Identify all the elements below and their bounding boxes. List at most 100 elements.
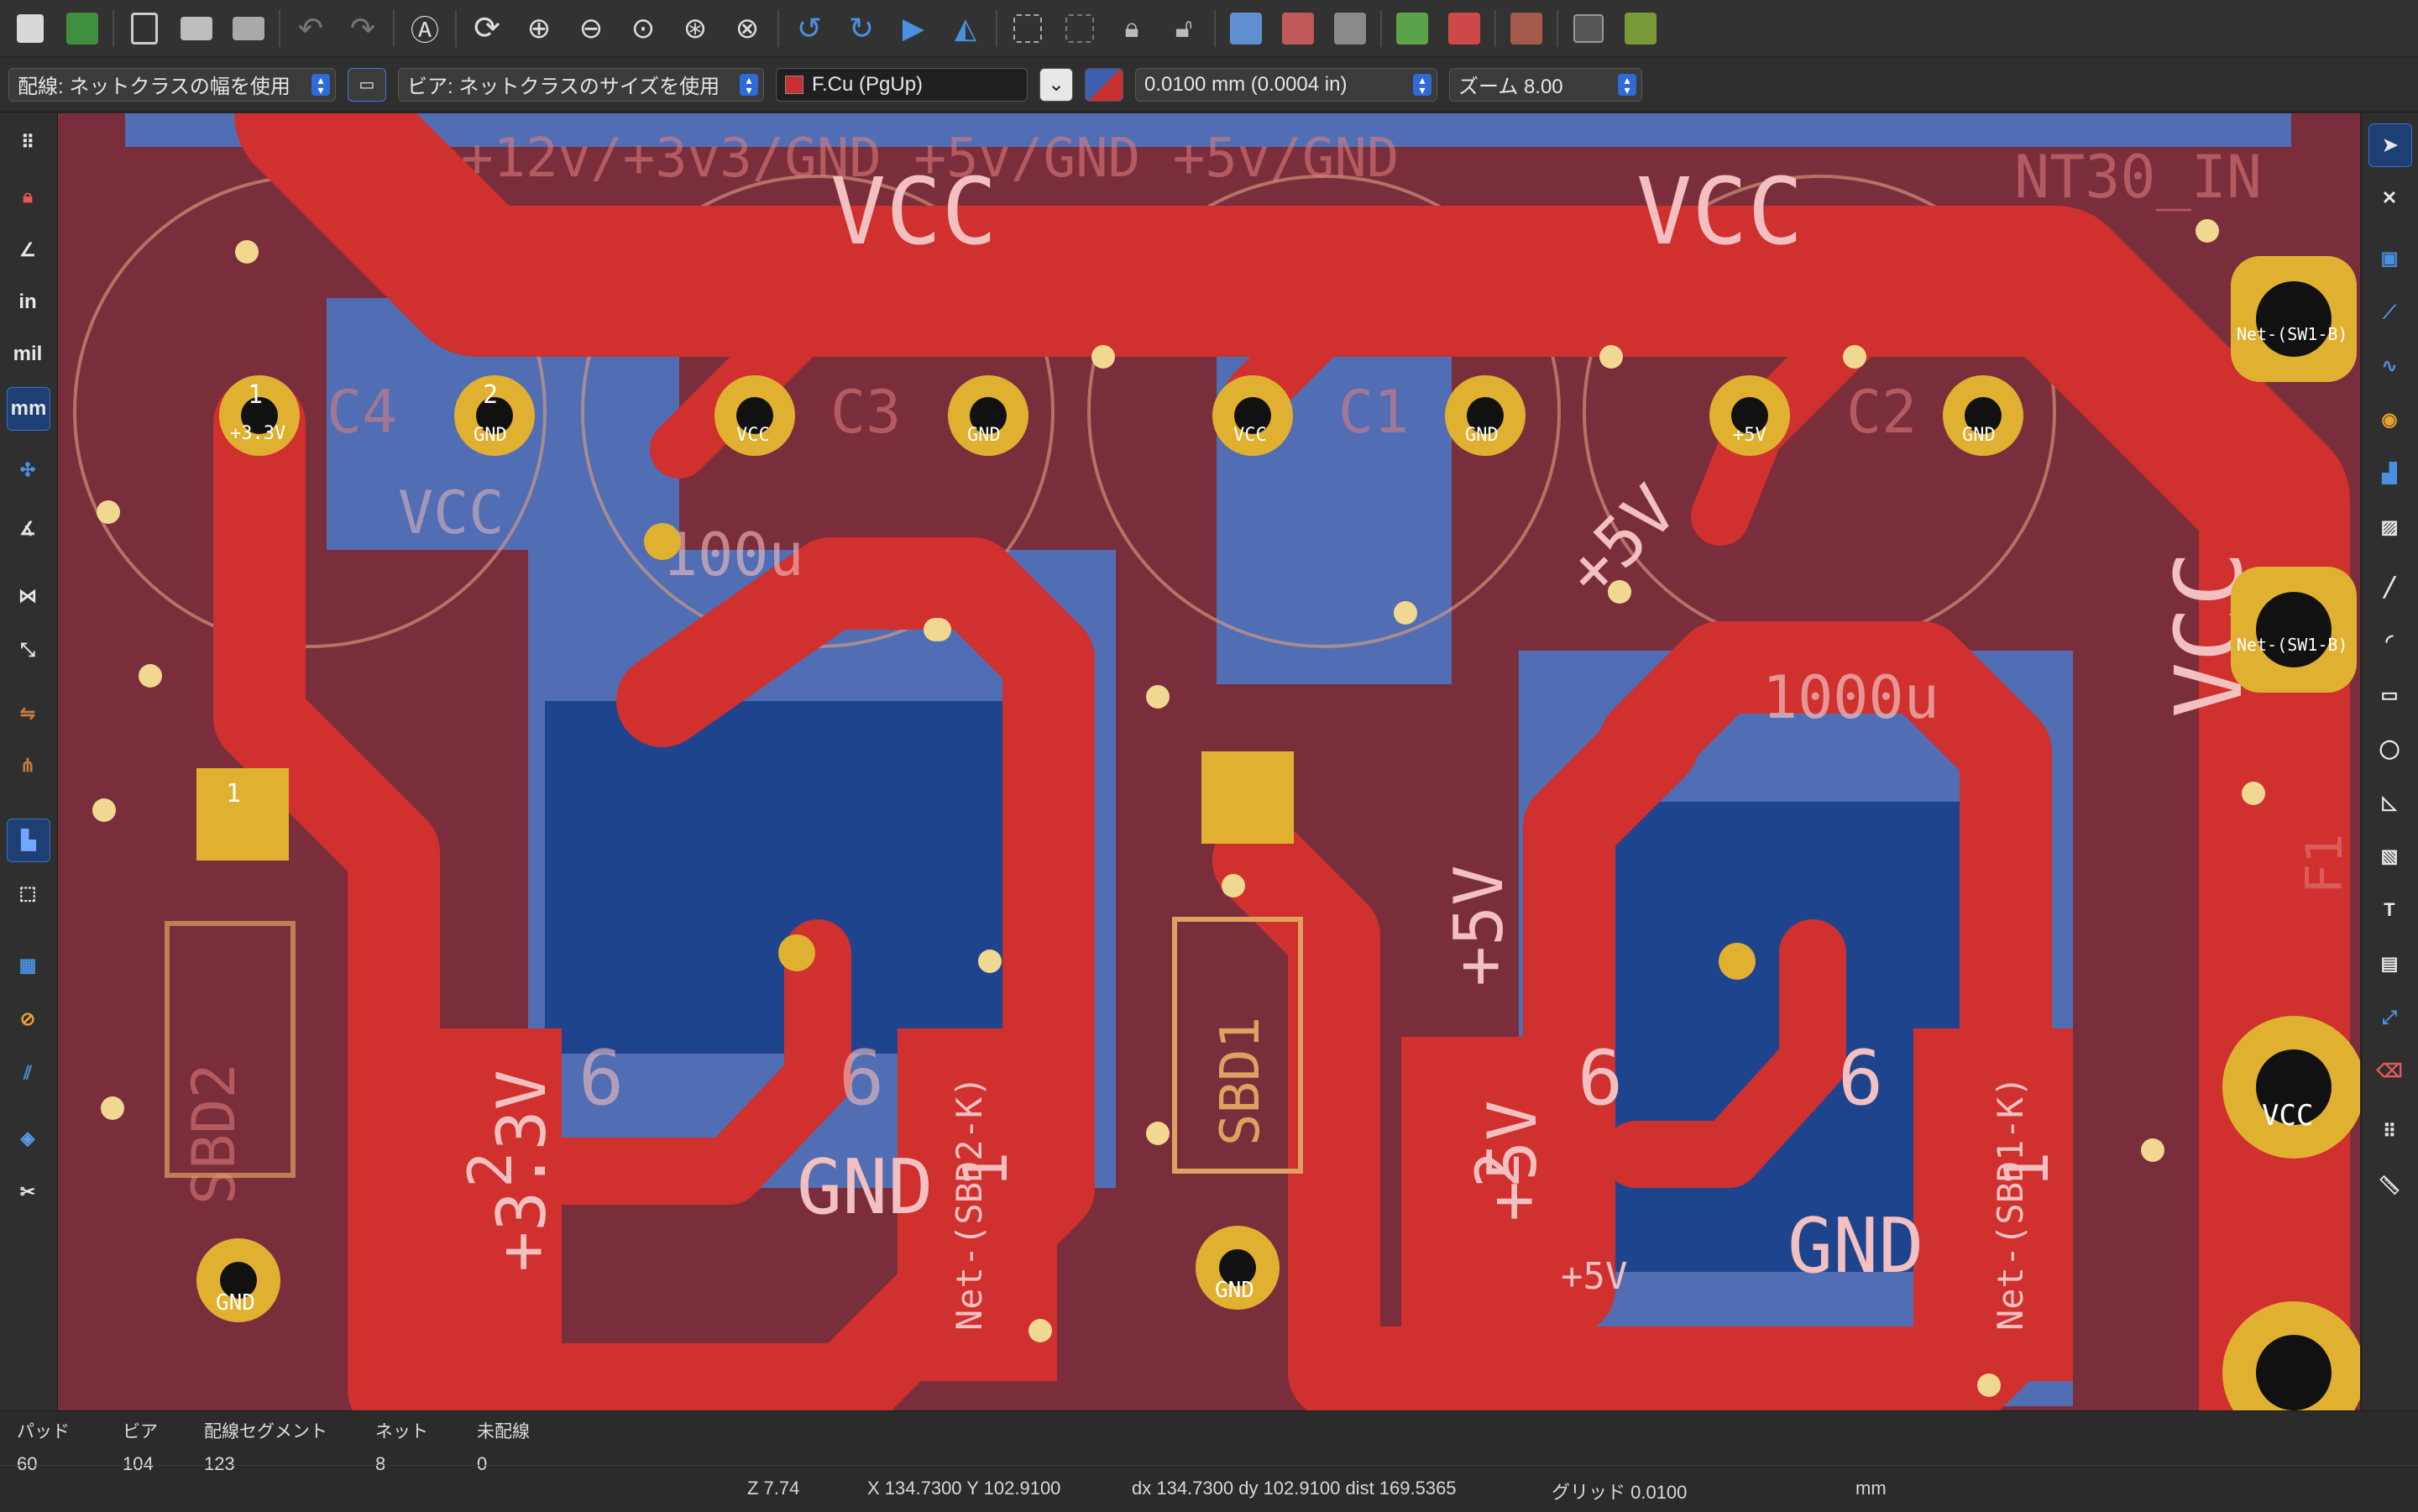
nets-label: ネット (375, 1422, 428, 1441)
pad-number: 1 (226, 779, 241, 808)
silk-num1-b: 1 (1991, 1152, 2062, 1188)
delete-tool-icon[interactable]: ⌫ (2368, 1050, 2410, 1092)
cursor-cross-icon[interactable]: ✣ (7, 449, 49, 491)
add-footprint-icon[interactable]: ▣ (2368, 238, 2410, 280)
refresh-icon[interactable]: ⟳ (465, 7, 509, 50)
silk-net-sbd2: Net-(SBD2-K) (949, 1076, 990, 1331)
via-outline-icon[interactable]: ⊘ (7, 998, 49, 1040)
layer-select[interactable]: F.Cu (PgUp) (776, 67, 1028, 102)
layer-pair-button[interactable] (1085, 67, 1123, 102)
pcb-drawing[interactable]: VCC VCC VCC +5V +5V +5V +5V +3.3V GND GN… (58, 113, 2360, 1410)
add-zone-icon[interactable]: ▟ (2368, 453, 2410, 494)
units-mm-button[interactable]: mm (7, 387, 50, 431)
draw-line-icon[interactable]: ╱ (2368, 567, 2410, 609)
plugin-icon[interactable] (1619, 7, 1662, 50)
mirror-icon[interactable]: ◭ (944, 7, 987, 50)
group-icon[interactable] (1006, 7, 1049, 50)
local-ratsnest-icon[interactable]: ✕ (2368, 177, 2410, 219)
grid-dots-icon[interactable]: ⠿ (7, 122, 49, 164)
plot-icon[interactable] (227, 7, 270, 50)
pad-label-gnd: GND (1215, 1278, 1254, 1303)
chevron-down-icon: ⌄ (1047, 73, 1065, 96)
pad-sw1-1a[interactable] (2231, 256, 2357, 382)
netlist-icon[interactable] (1505, 7, 1548, 50)
track-highlight-icon[interactable]: ⋔ (7, 745, 49, 787)
units-mil-button[interactable]: mil (7, 333, 49, 375)
pad-number: 2 (483, 380, 498, 410)
net-inspector-icon[interactable]: ⇋ (7, 693, 49, 735)
grid-select[interactable]: 0.0100 mm (0.0004 in) ▴ ▾ (1135, 67, 1437, 102)
scripting-icon[interactable] (1567, 7, 1610, 50)
footprint-editor-icon[interactable] (1276, 7, 1320, 50)
autoplace-icon[interactable] (1390, 7, 1434, 50)
silk-c2: C2 (1846, 378, 1917, 447)
footprint-browser-icon[interactable] (1328, 7, 1372, 50)
show-zone-fill-icon[interactable]: ▙ (7, 819, 50, 862)
page-settings-icon[interactable] (123, 7, 166, 50)
rule-area-icon[interactable]: ▨ (2368, 506, 2410, 548)
draw-polygon-icon[interactable]: ◺ (2368, 782, 2410, 824)
pad-sw1-1b[interactable] (2231, 567, 2357, 693)
save-icon[interactable] (8, 7, 52, 50)
zoom-in-icon[interactable]: ⊕ (517, 7, 561, 50)
pad-label-3v3: +3.3V (230, 423, 285, 444)
track-mode-icon: ▭ (359, 76, 375, 94)
print-icon[interactable] (175, 7, 218, 50)
layer-dropdown-button[interactable]: ⌄ (1039, 67, 1073, 102)
drc-icon[interactable] (1442, 7, 1486, 50)
ratsnest-icon[interactable]: ⋈ (7, 575, 49, 617)
update-pcb-icon[interactable] (1224, 7, 1268, 50)
zoom-fit-icon[interactable]: ⊙ (621, 7, 665, 50)
pad-outline-icon[interactable]: ▦ (7, 944, 49, 986)
toolbar-separator (393, 9, 395, 47)
zoom-objects-icon[interactable]: ⊛ (673, 7, 717, 50)
route-track-icon[interactable]: ⟋ (2368, 291, 2410, 333)
track-outline-icon[interactable]: ⫽ (7, 1052, 49, 1094)
lock-icon[interactable]: 🔒︎ (1110, 7, 1154, 50)
ungroup-icon[interactable] (1058, 7, 1102, 50)
units-inch-button[interactable]: in (7, 281, 49, 323)
add-image-icon[interactable]: ▧ (2368, 835, 2410, 877)
polar-coords-icon[interactable]: ∠ (7, 229, 49, 271)
silk-1000u: 1000u (1762, 663, 1939, 732)
draw-rectangle-icon[interactable]: ▭ (2368, 674, 2410, 716)
zoom-select[interactable]: ズーム 8.00 ▴ ▾ (1449, 67, 1642, 102)
measure-icon[interactable]: 📏︎ (2368, 1164, 2410, 1206)
via-size-select[interactable]: ビア: ネットクラスのサイズを使用 ▴ ▾ (398, 67, 764, 102)
right-toolbar: ➤ ✕ ▣ ⟋ ∿ ◉ ▟ ▨ ╱ ◜ ▭ ◯ ◺ ▧ T ▤ ⤢ ⌫ ⠿ 📏︎ (2361, 113, 2418, 1410)
chevron-updown-icon: ▴ ▾ (740, 73, 758, 96)
curved-ratsnest-icon[interactable]: ⤡ (7, 629, 49, 671)
add-textbox-icon[interactable]: ▤ (2368, 943, 2410, 985)
draw-circle-icon[interactable]: ◯ (2368, 728, 2410, 770)
pad-sbd2-1[interactable]: 1 (196, 768, 289, 861)
select-tool-icon[interactable]: ➤ (2368, 123, 2412, 167)
zoom-selection-icon[interactable]: ⊗ (725, 7, 769, 50)
layers-manager-icon[interactable]: ◈ (7, 1117, 49, 1159)
rotate-ccw-icon[interactable]: ↺ (788, 7, 831, 50)
track-width-select[interactable]: 配線: ネットクラスの幅を使用 ▴ ▾ (8, 67, 336, 102)
add-text-icon[interactable]: T (2368, 889, 2410, 931)
rotate-cw-icon[interactable]: ↻ (840, 7, 883, 50)
zone-outline-icon[interactable]: ⬚ (7, 872, 49, 914)
silk-100u: 100u (662, 521, 804, 589)
find-icon[interactable]: Ⓐ (403, 7, 447, 50)
undo-icon[interactable]: ↶ (289, 7, 332, 50)
draw-arc-icon[interactable]: ◜ (2368, 620, 2410, 662)
lock-icon[interactable]: 🔒︎ (7, 175, 49, 217)
flip-icon[interactable]: ▶ (892, 7, 935, 50)
pad-sbd1-1[interactable] (1201, 751, 1294, 844)
track-mode-button[interactable]: ▭ (348, 67, 386, 102)
board-setup-icon[interactable] (60, 7, 104, 50)
angle-icon[interactable]: ∡ (7, 508, 49, 550)
pad-sw1-2a[interactable] (2222, 1016, 2360, 1159)
add-via-icon[interactable]: ◉ (2368, 399, 2410, 441)
tools-icon[interactable]: ✂ (7, 1171, 49, 1213)
pcb-canvas[interactable]: VCC VCC VCC +5V +5V +5V +5V +3.3V GND GN… (58, 113, 2360, 1410)
unlock-icon[interactable]: 🔓︎ (1162, 7, 1206, 50)
redo-icon[interactable]: ↷ (341, 7, 385, 50)
tune-length-icon[interactable]: ∿ (2368, 345, 2410, 387)
chevron-updown-icon: ▴ ▾ (311, 73, 330, 96)
add-dimension-icon[interactable]: ⤢ (2368, 997, 2410, 1039)
zoom-out-icon[interactable]: ⊖ (569, 7, 613, 50)
grid-origin-icon[interactable]: ⠿ (2368, 1111, 2410, 1153)
